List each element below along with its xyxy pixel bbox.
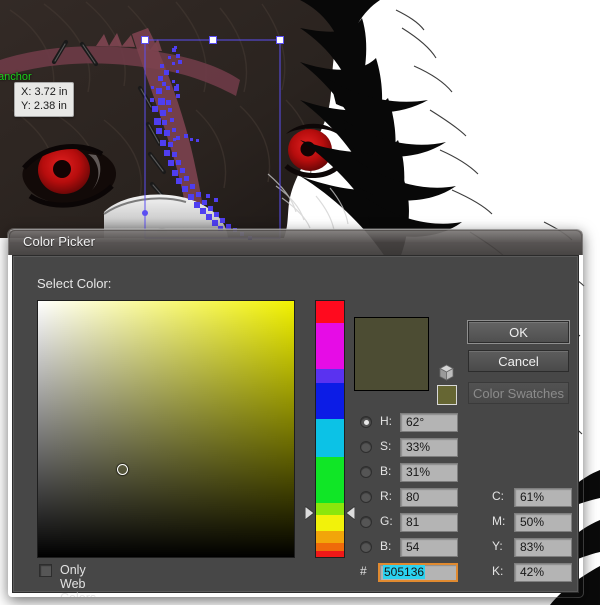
input-yellow[interactable]: 83%: [514, 538, 572, 557]
saturation-brightness-field[interactable]: [37, 300, 295, 558]
hex-selected-text: 505136: [383, 565, 426, 579]
radio-brightness[interactable]: [360, 466, 372, 478]
color-preview-swatch: [354, 317, 429, 391]
input-hex[interactable]: 505136: [378, 563, 458, 582]
label-magenta: M:: [492, 514, 506, 528]
select-color-label: Select Color:: [37, 276, 112, 291]
input-hue[interactable]: 62°: [400, 413, 458, 432]
input-blue[interactable]: 54: [400, 538, 458, 557]
dialog-title: Color Picker: [23, 234, 95, 249]
path-anchor-point: [142, 210, 148, 216]
color-picker-dialog: Color Picker Select Color: OK Cancel Col…: [8, 229, 583, 597]
hsb-row-s: S: 33%: [360, 438, 470, 458]
only-web-colors-label: Only Web Colors: [60, 563, 96, 597]
input-brightness[interactable]: 31%: [400, 463, 458, 482]
hex-row: # 505136: [360, 563, 490, 583]
hue-slider[interactable]: [305, 300, 355, 558]
label-brightness: B:: [380, 464, 392, 478]
hue-marker-left-arrow[interactable]: [305, 505, 314, 520]
cmyk-row-m: M: 50%: [492, 513, 583, 533]
dialog-body: Select Color: OK Cancel Color Swatches H…: [12, 255, 579, 597]
radio-saturation[interactable]: [360, 441, 372, 453]
hue-marker-right-arrow[interactable]: [346, 505, 355, 520]
cmyk-row-k: K: 42%: [492, 563, 583, 583]
cancel-button[interactable]: Cancel: [468, 350, 569, 372]
cmyk-row-y: Y: 83%: [492, 538, 583, 558]
radio-green[interactable]: [360, 516, 372, 528]
input-cyan[interactable]: 61%: [514, 488, 572, 507]
label-blue: B:: [380, 539, 392, 553]
input-green[interactable]: 81: [400, 513, 458, 532]
hsb-row-b: B: 31%: [360, 463, 470, 483]
ok-button[interactable]: OK: [467, 320, 570, 344]
hsb-row-h: H: 62°: [360, 413, 470, 433]
color-swatches-button: Color Swatches: [468, 382, 569, 404]
coordinate-tooltip: X: 3.72 in Y: 2.38 in: [14, 82, 75, 117]
label-red: R:: [380, 489, 392, 503]
input-saturation[interactable]: 33%: [400, 438, 458, 457]
rgb-row-r: R: 80: [360, 488, 470, 508]
cmyk-row-c: C: 61%: [492, 488, 583, 508]
sv-gradient: [38, 301, 294, 557]
only-web-colors-checkbox[interactable]: [39, 564, 52, 577]
rgb-row-b: B: 54: [360, 538, 470, 558]
radio-blue[interactable]: [360, 541, 372, 553]
hex-prefix-label: #: [360, 564, 367, 578]
dialog-titlebar[interactable]: Color Picker: [8, 229, 583, 255]
label-hue: H:: [380, 414, 392, 428]
cube-icon[interactable]: [438, 364, 455, 382]
hue-gradient: [316, 301, 344, 557]
input-red[interactable]: 80: [400, 488, 458, 507]
label-cyan: C:: [492, 489, 504, 503]
label-green: G:: [380, 514, 393, 528]
label-yellow: Y:: [492, 539, 503, 553]
radio-red[interactable]: [360, 491, 372, 503]
radio-hue[interactable]: [360, 416, 372, 428]
web-safe-color-swatch[interactable]: [437, 385, 457, 405]
input-black[interactable]: 42%: [514, 563, 572, 582]
rgb-row-g: G: 81: [360, 513, 470, 533]
titlebar-sheen: [10, 231, 581, 242]
tooltip-y-coord: Y: 2.38 in: [21, 100, 67, 112]
input-magenta[interactable]: 50%: [514, 513, 572, 532]
tooltip-x-coord: X: 3.72 in: [21, 86, 68, 98]
label-black: K:: [492, 564, 504, 578]
label-saturation: S:: [380, 439, 392, 453]
